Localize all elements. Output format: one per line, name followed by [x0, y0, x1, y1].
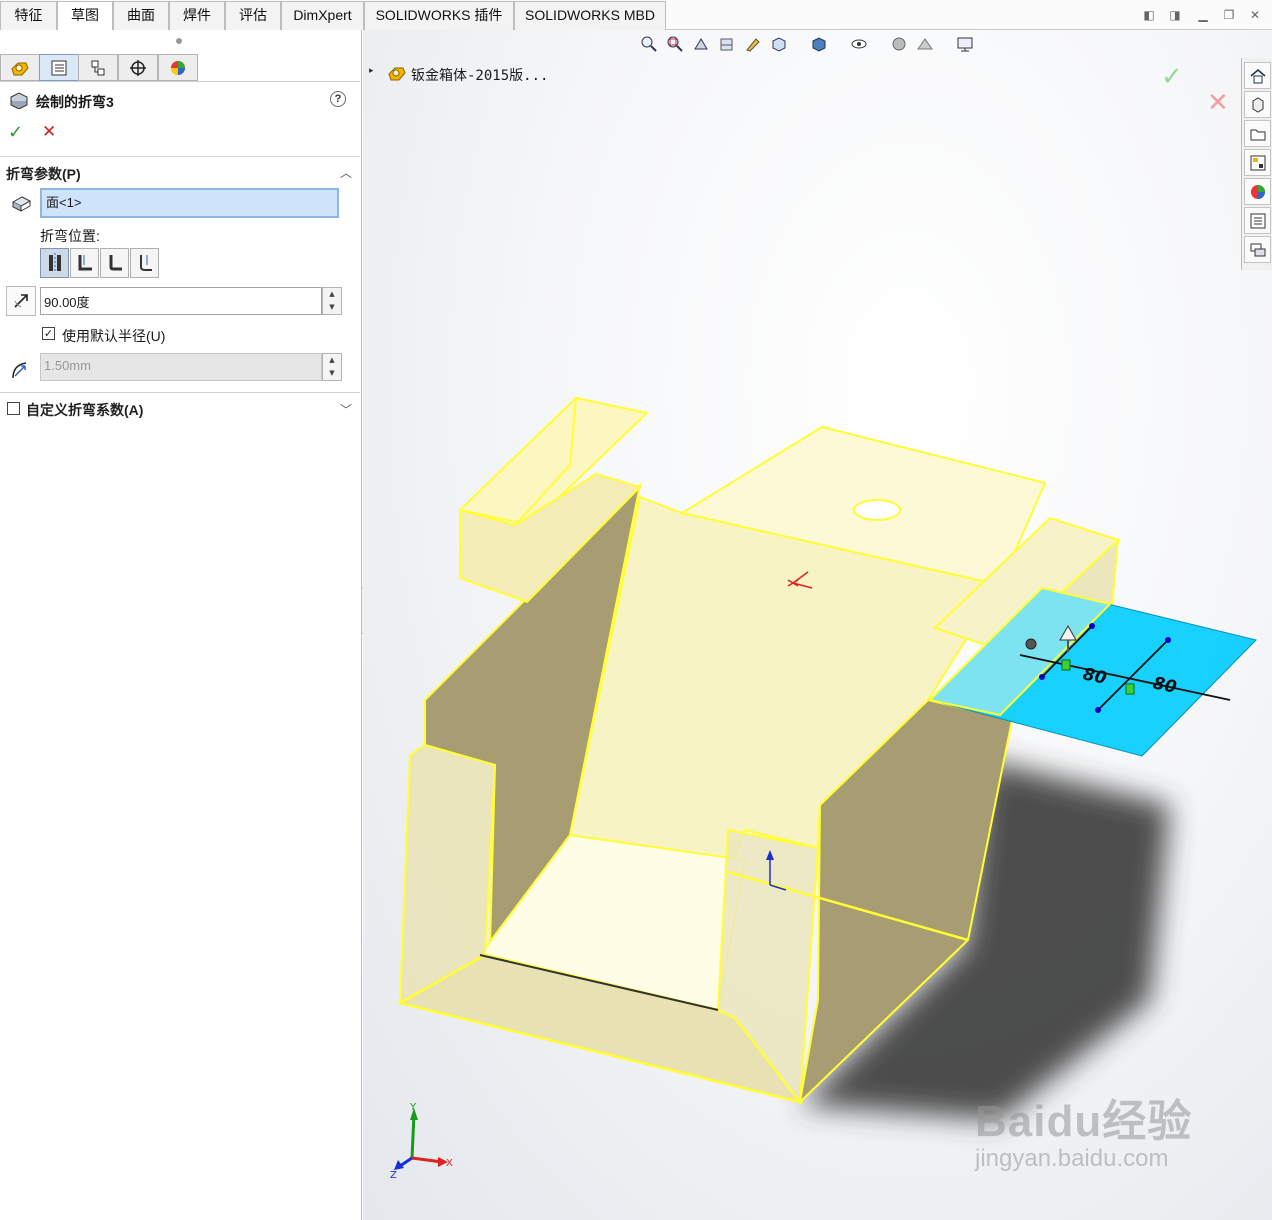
- page-title: 绘制的折弯3: [36, 94, 114, 110]
- spin-down-icon[interactable]: ▼: [323, 301, 341, 314]
- bend-radius-input: 1.50mm: [40, 353, 322, 381]
- angle-arrow-icon: [14, 294, 28, 308]
- fixed-face-selection[interactable]: 面<1>: [40, 188, 339, 218]
- configuration-icon: [91, 60, 105, 75]
- watermark-url: jingyan.baidu.com: [975, 1145, 1169, 1172]
- property-manager-panel: 绘制的折弯3 ? ✓ ✕ 折弯参数(P) ︿ 面<1> 折弯位置: 90.00度…: [0, 30, 362, 1220]
- bend-centerline-icon: [48, 253, 61, 273]
- tab-dimxpert-manager[interactable]: [118, 54, 158, 81]
- manager-tabs: [0, 52, 360, 82]
- axis-label: Y: [409, 1102, 417, 1113]
- bend-radius-spinner: ▲ ▼: [322, 353, 342, 381]
- bend-outside-icon: [139, 255, 152, 271]
- spin-up-icon: ▲: [329, 356, 335, 364]
- material-inside-icon: [78, 255, 92, 271]
- tab-solidworks-mbd[interactable]: SOLIDWORKS MBD: [514, 1, 666, 30]
- material-outside-button[interactable]: [100, 248, 129, 278]
- tab-property-manager[interactable]: [39, 54, 79, 81]
- hole: [853, 499, 901, 521]
- chevron-down-icon[interactable]: ﹀: [340, 401, 352, 418]
- bend-angle-input[interactable]: 90.00度: [40, 287, 322, 315]
- material-outside-icon: [109, 255, 122, 271]
- bend-radius-icon: [12, 362, 27, 379]
- custom-bend-allowance-label[interactable]: 自定义折弯系数(A): [26, 400, 143, 420]
- relation-marker: [1061, 659, 1071, 671]
- help-button[interactable]: ?: [330, 91, 346, 107]
- tab-features[interactable]: 特征: [0, 1, 57, 30]
- command-manager-tabs: 特征 草图 曲面 焊件 评估 DimXpert SOLIDWORKS 插件 SO…: [0, 0, 1272, 31]
- spin-up-icon[interactable]: ▲: [323, 288, 341, 301]
- view-triad: Y X Z: [390, 1102, 453, 1180]
- tab-weldments[interactable]: 焊件: [169, 1, 225, 30]
- use-default-radius-checkbox[interactable]: ✓: [42, 327, 55, 340]
- crosshair-icon: [130, 59, 146, 76]
- appearance-ball-icon: [171, 60, 185, 75]
- bend-outside-button[interactable]: [130, 248, 159, 278]
- feature-tree-icon: [11, 62, 29, 75]
- tile-right-icon[interactable]: ◨: [1166, 6, 1184, 24]
- divider: [0, 392, 360, 393]
- use-default-radius-label: 使用默认半径(U): [62, 328, 166, 344]
- sketched-bend-icon: [10, 92, 28, 109]
- tab-feature-manager[interactable]: [0, 54, 40, 81]
- property-manager-header: 绘制的折弯3 ?: [0, 88, 360, 114]
- ok-button[interactable]: ✓: [8, 122, 23, 143]
- axis-label: Z: [390, 1170, 397, 1180]
- cancel-button[interactable]: ✕: [42, 122, 56, 142]
- tab-display-manager[interactable]: [158, 54, 198, 81]
- watermark: Baidu经验 jingyan.baidu.com: [975, 1085, 1192, 1173]
- tab-evaluate[interactable]: 评估: [225, 1, 281, 30]
- tab-sketch[interactable]: 草图: [57, 1, 113, 31]
- spin-down-icon: ▼: [329, 369, 335, 377]
- material-inside-button[interactable]: [70, 248, 99, 278]
- relation-marker: [1125, 683, 1135, 695]
- tile-left-icon[interactable]: ◧: [1140, 6, 1158, 24]
- watermark-logo: Baidu经验: [975, 1097, 1193, 1146]
- axis-label: X: [446, 1158, 453, 1169]
- divider: [0, 156, 360, 157]
- tab-solidworks-addins[interactable]: SOLIDWORKS 插件: [364, 1, 514, 30]
- minimize-icon[interactable]: ▁: [1194, 6, 1212, 24]
- sheet-metal-model[interactable]: 80 80: [363, 30, 1272, 1220]
- bend-angle-spinner[interactable]: ▲ ▼: [322, 287, 342, 315]
- bend-position-label: 折弯位置:: [40, 228, 100, 244]
- bend-params-header[interactable]: 折弯参数(P): [6, 164, 81, 184]
- property-list-icon: [51, 60, 67, 75]
- fixed-face-icon: [11, 196, 32, 212]
- tab-configuration-manager[interactable]: [78, 54, 118, 81]
- restore-icon[interactable]: ❐: [1220, 6, 1238, 24]
- bend-position-options: [40, 248, 160, 278]
- bend-centerline-button[interactable]: [40, 248, 69, 278]
- tab-surfaces[interactable]: 曲面: [113, 1, 169, 30]
- tab-dimxpert[interactable]: DimXpert: [281, 1, 364, 30]
- custom-bend-allowance-checkbox[interactable]: [7, 402, 20, 415]
- chevron-up-icon[interactable]: ︿: [340, 164, 352, 181]
- close-icon[interactable]: ✕: [1246, 6, 1264, 24]
- panel-grip-icon[interactable]: [176, 38, 182, 44]
- bend-angle-icon: [6, 286, 36, 316]
